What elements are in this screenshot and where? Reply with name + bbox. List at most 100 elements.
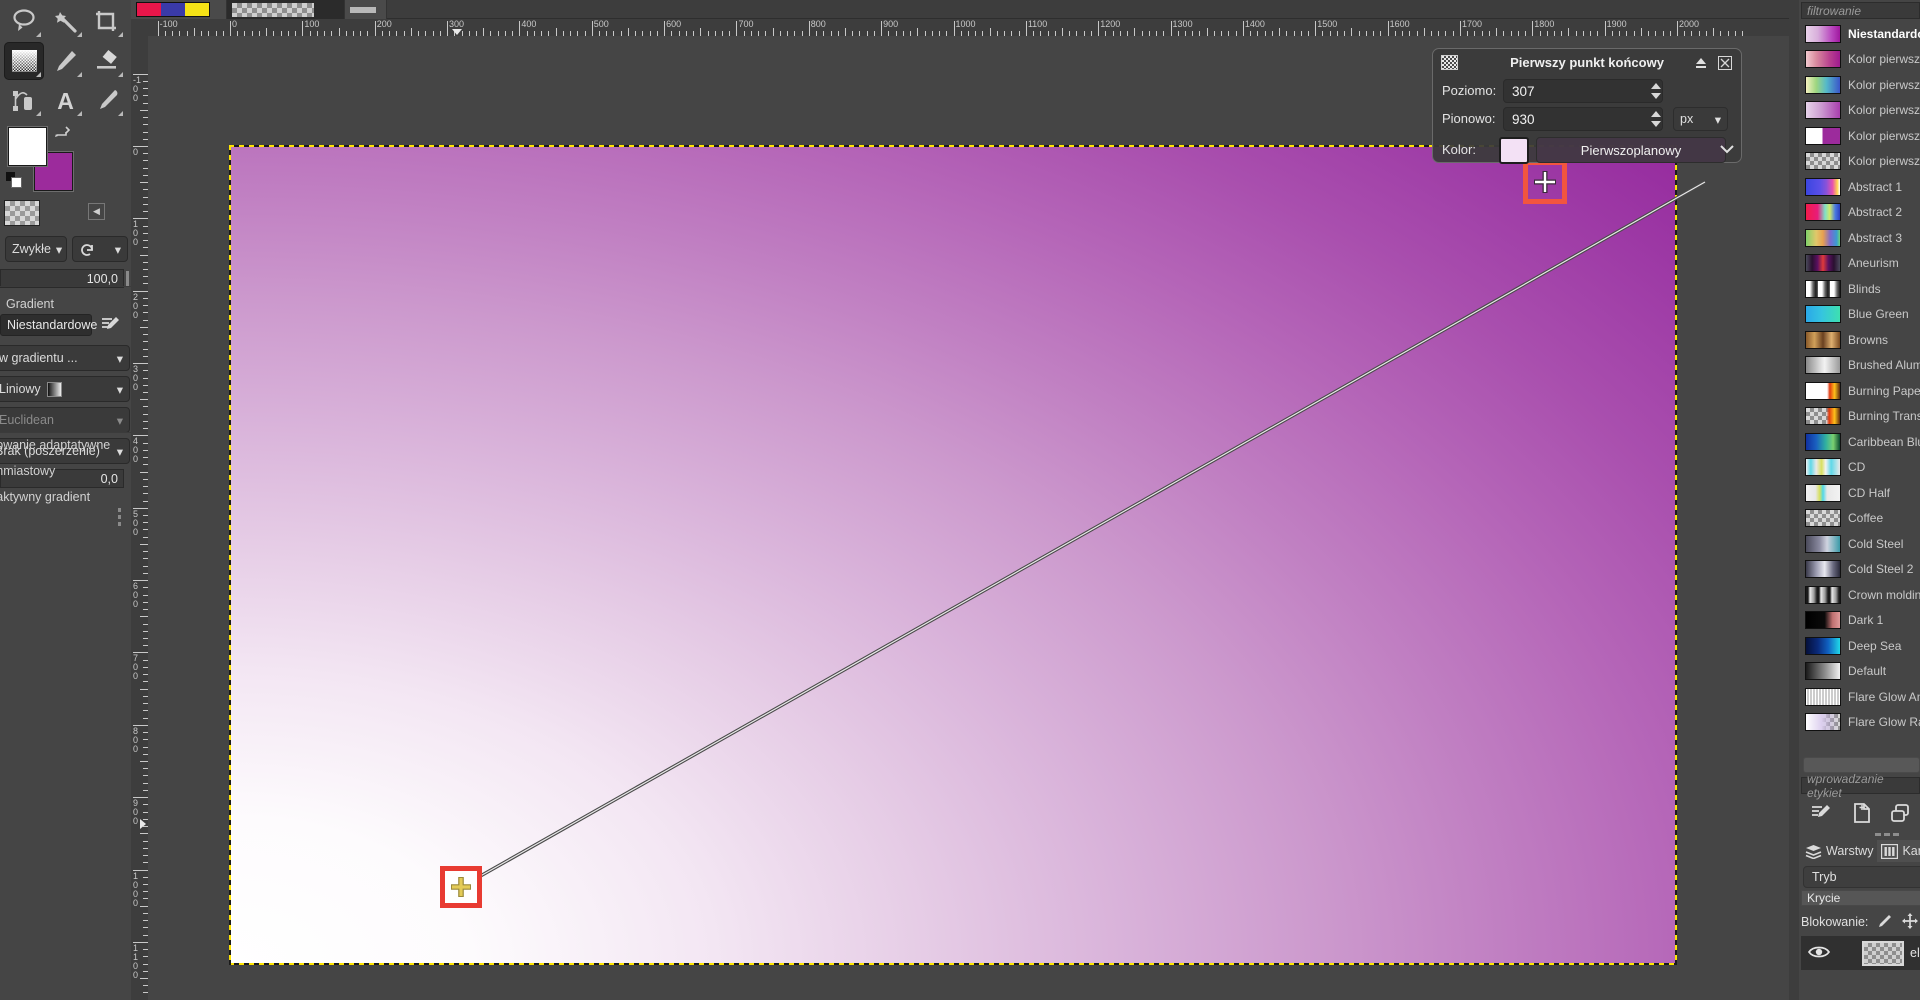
gradient-item-label: Caribbean Blues [1848,434,1920,449]
gradient-list-item[interactable]: Abstract 2 [1801,200,1920,226]
crop-tool[interactable] [86,2,126,40]
gradient-list-item[interactable]: Default [1801,659,1920,685]
duplicate-gradient-button[interactable] [1880,798,1920,828]
gradient-list-item[interactable]: Abstract 3 [1801,225,1920,251]
horizontal-input[interactable]: 307 [1503,79,1663,103]
gradient-list-item[interactable]: Crown molding [1801,582,1920,608]
gradient-list-item[interactable]: Niestandardowe [1801,21,1920,47]
gradient-list-item[interactable]: Blinds [1801,276,1920,302]
gradient-list-item[interactable]: Flare Glow Radial [1801,710,1920,736]
gradient-list-item[interactable]: Brushed Aluminium [1801,353,1920,379]
adaptive-supersampling-label[interactable]: kowanie adaptatywne [0,438,110,452]
vertical-value: 930 [1512,111,1535,127]
layer-list-item[interactable]: el [1801,936,1920,970]
gradient-metric-combo[interactable]: Euclidean ▾ [0,407,130,433]
gradient-list[interactable]: Niestandardowe Kolor pierwszoplan Kolor pi… [1801,21,1920,756]
eraser-tool[interactable] [86,42,126,80]
foreground-color-swatch[interactable] [8,127,47,166]
layers-tab-bar: Warstwy Kanały [1801,840,1920,862]
image-canvas[interactable] [230,146,1676,964]
color-source-combo[interactable]: Pierwszoplanowy [1536,137,1726,163]
gradient-list-item[interactable]: CD Half [1801,480,1920,506]
gradient-list-item[interactable]: Coffee [1801,506,1920,532]
active-pattern-swatch[interactable] [4,200,40,226]
gradient-list-item[interactable]: Kolor pierwszoplan [1801,149,1920,175]
canvas-area[interactable] [148,36,1789,1000]
gradient-list-item[interactable]: Blue Green [1801,302,1920,328]
eye-icon[interactable] [1807,944,1831,963]
blend-mode-row[interactable]: Tryb Zw [1803,866,1920,888]
swap-colors-icon[interactable] [54,124,71,140]
gradient-preset-name[interactable]: Niestandardowe [0,314,97,336]
layer-opacity-row[interactable]: Krycie [1801,890,1920,906]
shape-preview-icon [46,381,62,397]
edit-gradient-icon[interactable] [100,314,121,338]
gradient-item-label: Crown molding [1848,587,1920,602]
gradient-list-item[interactable]: Caribbean Blues [1801,429,1920,455]
image-tab-transparent[interactable] [227,0,345,19]
gradient-list-item[interactable]: Burning Paper [1801,378,1920,404]
text-tool[interactable]: A [45,81,85,119]
gradient-item-label: Cold Steel 2 [1848,562,1914,577]
panel-grip-1[interactable] [118,508,121,512]
endpoint-dialog[interactable]: Pierwszy punkt końcowy Poziomo: 307 Pion… [1432,48,1742,164]
modify-active-gradient-label[interactable]: j aktywny gradient [0,490,90,504]
gradient-tool[interactable] [4,42,44,80]
gradient-repeat-combo[interactable]: kolorów gradientu ... ▾ [0,345,130,371]
tab-layers[interactable]: Warstwy [1801,840,1877,862]
panel-grip-3[interactable] [118,522,121,526]
unit-combo[interactable]: px ▾ [1673,107,1728,131]
gradient-list-item[interactable]: Deep Sea [1801,633,1920,659]
horizontal-stepper[interactable] [1649,79,1663,103]
dialog-title-bar[interactable]: Pierwszy punkt końcowy [1433,49,1741,76]
gradient-filter-input[interactable]: filtrowanie [1801,2,1920,19]
free-select-tool[interactable] [4,2,44,40]
gradient-list-item[interactable]: Burning Transparency [1801,404,1920,430]
image-tab-flat[interactable] [345,0,387,19]
paths-tool[interactable] [4,81,44,119]
vertical-input[interactable]: 930 [1503,107,1663,131]
fuzzy-select-tool[interactable] [45,2,85,40]
gradient-item-label: CD Half [1848,485,1891,500]
image-tab-cmy[interactable] [131,0,227,19]
gradient-list-item[interactable]: Dark 1 [1801,608,1920,634]
gradient-shape-combo[interactable]: Liniowy ▾ [0,376,130,402]
gradient-list-item[interactable]: Aneurism [1801,251,1920,277]
reset-colors-icon[interactable] [6,172,24,190]
gradient-list-item[interactable]: Kolor pierwszoplan [1801,72,1920,98]
new-gradient-button[interactable] [1841,798,1881,828]
tag-entry-input[interactable]: wprowadzanie etykiet [1801,772,1920,800]
gradient-section-label: Gradient [6,297,54,311]
gradient-list-item[interactable]: Cold Steel 2 [1801,557,1920,583]
instant-mode-label[interactable]: chmiastowy [0,464,55,478]
dock-resize-grip[interactable] [1875,832,1903,837]
eject-icon[interactable] [1694,56,1708,70]
gradient-list-item[interactable]: Kolor pierwszoplan [1801,47,1920,73]
color-picker-tool[interactable] [86,81,126,119]
gradient-list-item[interactable]: CD [1801,455,1920,481]
horizontal-ruler[interactable]: -100 0 100 200 300 400 500 600 700 800 900 1000 1100… [131,19,1789,36]
gradient-list-item[interactable]: Cold Steel [1801,531,1920,557]
tab-channels[interactable]: Kanały [1877,840,1920,862]
panel-grip-2[interactable] [118,515,121,519]
color-preview-swatch[interactable] [1499,137,1529,164]
gradient-list-item[interactable]: Abstract 1 [1801,174,1920,200]
opacity-slider-nub[interactable] [126,271,129,286]
cmy-thumbnail-icon [136,2,210,17]
gradient-end-handle[interactable] [1523,160,1567,204]
gradient-start-handle[interactable] [440,866,482,908]
lock-brush-icon[interactable] [1877,913,1893,932]
gradient-list-item[interactable]: Flare Glow Angular [1801,684,1920,710]
paintbrush-tool[interactable] [45,42,85,80]
vertical-stepper[interactable] [1649,107,1663,131]
close-icon[interactable] [1718,56,1732,70]
collapse-panel-button[interactable]: ◀ [88,203,105,220]
vertical-ruler[interactable]: -100 0 100 200 300 400 500 600 700 800 900 1000 1100 [131,36,148,1000]
gradient-list-item[interactable]: Kolor pierwszoplan [1801,98,1920,124]
lock-move-icon[interactable] [1902,912,1919,932]
paint-mode-combo[interactable]: Zwykłe ▾ [5,236,67,262]
blend-revert-combo[interactable]: ▾ [72,236,128,262]
gradient-list-item[interactable]: Kolor pierwszoplan [1801,123,1920,149]
gradient-list-item[interactable]: Browns [1801,327,1920,353]
edit-gradient-button[interactable] [1801,798,1841,828]
